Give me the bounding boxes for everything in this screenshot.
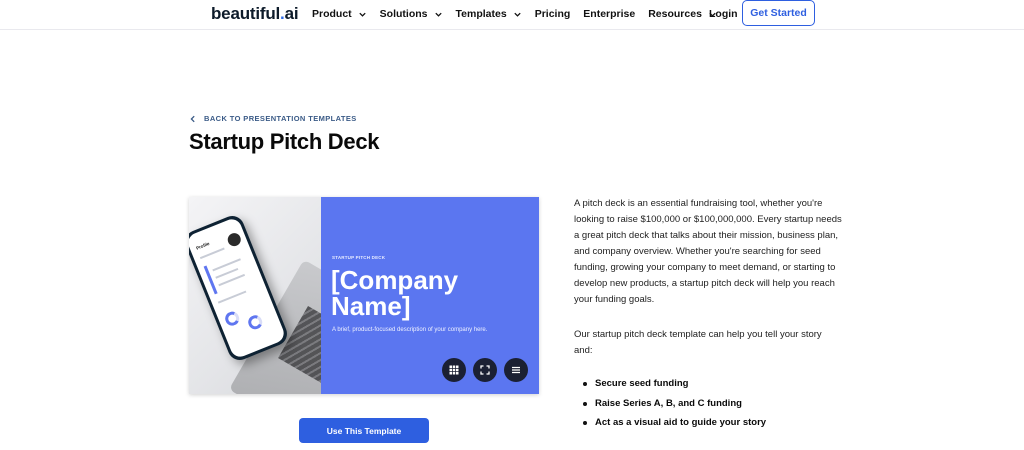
nav-enterprise-label: Enterprise bbox=[583, 8, 636, 20]
list-item: Raise Series A, B, and C funding bbox=[583, 396, 766, 416]
get-started-button[interactable]: Get Started bbox=[742, 0, 815, 26]
menu-button[interactable] bbox=[504, 358, 528, 382]
slide-subtitle: A brief, product-focused description of … bbox=[332, 327, 488, 333]
nav-product[interactable]: Product bbox=[312, 8, 367, 20]
nav-resources-label: Resources bbox=[648, 8, 702, 20]
site-header: beautiful.ai Product Solutions Templates… bbox=[0, 0, 1024, 30]
phone-heading: Profile bbox=[195, 240, 211, 251]
nav-templates[interactable]: Templates bbox=[456, 8, 522, 20]
nav-pricing-label: Pricing bbox=[534, 8, 571, 20]
logo-suffix: ai bbox=[284, 4, 299, 23]
phone-screen: Profile bbox=[189, 216, 287, 360]
description-paragraph: A pitch deck is an essential fundraising… bbox=[574, 198, 842, 305]
nav-enterprise[interactable]: Enterprise bbox=[583, 8, 635, 20]
nav-resources[interactable]: Resources bbox=[648, 8, 717, 20]
nav-pricing[interactable]: Pricing bbox=[535, 8, 571, 20]
template-preview[interactable]: Profile STARTUP PITCH DECK [Company Name… bbox=[189, 197, 539, 394]
nav-solutions-label: Solutions bbox=[379, 8, 428, 20]
chevron-down-icon bbox=[359, 12, 366, 17]
fullscreen-button[interactable] bbox=[473, 358, 497, 382]
chevron-down-icon bbox=[514, 12, 521, 17]
logo-main: beautiful bbox=[211, 4, 281, 23]
description-intro: Our startup pitch deck template can help… bbox=[574, 329, 822, 356]
avatar bbox=[225, 231, 243, 249]
nav-solutions[interactable]: Solutions bbox=[380, 8, 443, 20]
chevron-left-icon bbox=[190, 115, 195, 122]
phone-mockup: Profile bbox=[189, 212, 291, 364]
nav-templates-label: Templates bbox=[455, 8, 507, 20]
back-link-label: BACK TO PRESENTATION TEMPLATES bbox=[204, 114, 357, 123]
phone-text-line bbox=[217, 290, 247, 304]
logo[interactable]: beautiful.ai bbox=[211, 4, 299, 24]
slide-title: [Company Name] bbox=[331, 265, 459, 321]
list-item: Act as a visual aid to guide your story bbox=[583, 415, 766, 435]
grid-icon bbox=[449, 365, 459, 375]
phone-chart-ring bbox=[223, 309, 242, 328]
grid-view-button[interactable] bbox=[442, 358, 466, 382]
slide-kicker: STARTUP PITCH DECK bbox=[332, 255, 386, 260]
nav-product-label: Product bbox=[312, 8, 352, 20]
slide-preview: STARTUP PITCH DECK [Company Name] A brie… bbox=[321, 197, 539, 394]
benefits-list: Secure seed funding Raise Series A, B, a… bbox=[583, 376, 766, 435]
page-title: Startup Pitch Deck bbox=[189, 129, 380, 154]
back-to-templates-link[interactable]: BACK TO PRESENTATION TEMPLATES bbox=[189, 114, 357, 123]
login-link[interactable]: Login bbox=[709, 8, 738, 20]
phone-chart-ring bbox=[246, 313, 265, 332]
fullscreen-icon bbox=[480, 365, 490, 375]
use-template-button[interactable]: Use This Template bbox=[299, 418, 429, 443]
list-item: Secure seed funding bbox=[583, 376, 766, 396]
chevron-down-icon bbox=[434, 12, 442, 17]
main-nav: Product Solutions Templates Pricing Ente… bbox=[312, 8, 730, 20]
menu-icon bbox=[512, 366, 520, 374]
phone-photo: Profile bbox=[189, 197, 321, 394]
phone-text-line bbox=[199, 247, 225, 260]
